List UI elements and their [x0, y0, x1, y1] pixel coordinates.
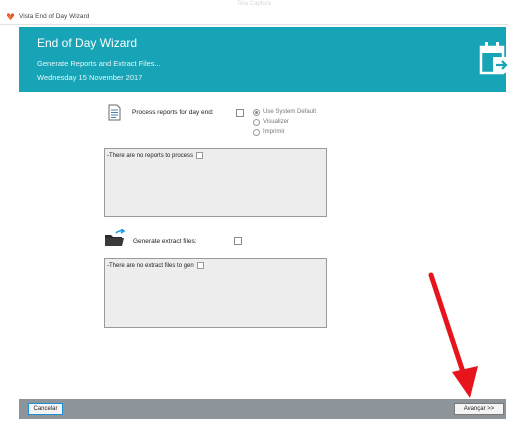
list-item[interactable]: -There are no extract files to gen	[107, 262, 204, 269]
cancel-button[interactable]: Cancelar	[28, 403, 63, 415]
generate-extract-checkbox[interactable]	[234, 237, 242, 245]
calendar-export-icon	[479, 42, 508, 75]
wizard-header-banner: End of Day Wizard Generate Reports and E…	[19, 27, 508, 92]
document-icon	[108, 104, 121, 121]
reports-list-item-checkbox[interactable]	[196, 152, 204, 159]
extracts-list[interactable]: -There are no extract files to gen	[104, 258, 327, 328]
wizard-title: End of Day Wizard	[37, 36, 138, 50]
next-button[interactable]: Avançar >>	[454, 403, 504, 415]
radio-visualizer[interactable]	[253, 119, 260, 126]
generate-extract-label: Generate extract files:	[133, 238, 197, 245]
vista-logo-icon	[6, 13, 15, 21]
radio-imprimir-label: Imprimir	[263, 129, 285, 135]
radio-visualizer-label: Visualizer	[263, 119, 289, 125]
radio-imprimir[interactable]	[253, 129, 260, 136]
folder-export-icon	[105, 229, 126, 246]
process-reports-checkbox[interactable]	[236, 109, 244, 117]
reports-list[interactable]: -There are no reports to process	[104, 148, 327, 217]
extracts-list-item-text: -There are no extract files to gen	[107, 262, 194, 269]
radio-use-system-default-label: Use System Default	[263, 109, 317, 115]
wizard-footer: Cancelar Avançar >>	[19, 399, 506, 419]
list-item[interactable]: -There are no reports to process	[107, 152, 204, 159]
extracts-list-item-checkbox[interactable]	[196, 262, 204, 269]
window-titlebar: Vista End of Day Wizard	[0, 9, 508, 25]
reports-list-item-text: -There are no reports to process	[107, 152, 194, 159]
window-title: Vista End of Day Wizard	[19, 13, 90, 20]
wizard-subtitle: Generate Reports and Extract Files...	[37, 59, 161, 68]
process-reports-label: Process reports for day end:	[132, 109, 214, 116]
radio-use-system-default[interactable]	[253, 109, 260, 116]
background-window-title: Tela Captura	[236, 1, 272, 7]
wizard-date: Wednesday 15 November 2017	[37, 73, 143, 82]
